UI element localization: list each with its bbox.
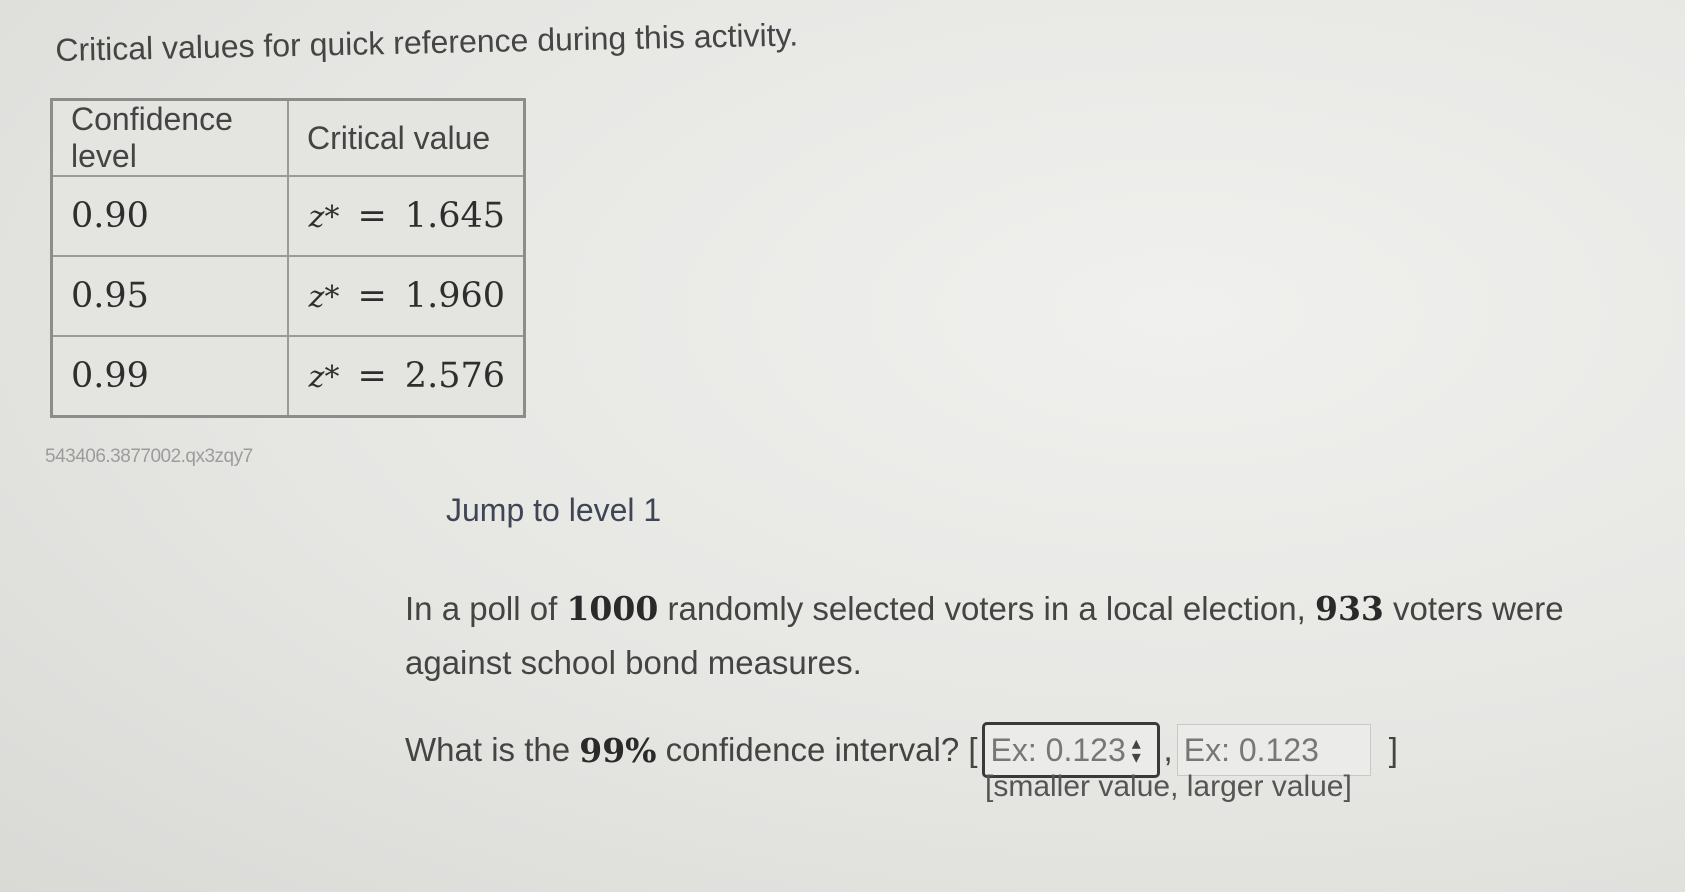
confidence-level-cell: 0.90 [50,175,289,257]
table-row: 0.99 z* = 2.576 [50,335,526,418]
z-star-symbol: z* [308,280,340,315]
table-header-row: Confidence level Critical value [50,98,526,177]
critical-value-cell: z* = 2.576 [287,335,526,418]
comma-separator: , [1163,731,1173,768]
problem-text: randomly selected voters in a local elec… [658,590,1315,627]
critical-value: 1.960 [404,276,505,316]
header-confidence-level: Confidence level [50,98,289,177]
activity-code: 543406.3877002.qx3zqy7 [45,446,253,467]
table-row: 0.90 z* = 1.645 [50,175,526,257]
answer-format-hint: [smaller value, larger value] [985,770,1352,803]
header-critical-value: Critical value [287,98,526,177]
jump-to-level-link[interactable]: Jump to level 1 [446,492,661,529]
equals-sign: = [357,196,387,236]
confidence-percent: 99% [579,730,657,770]
closing-bracket: ] [1388,731,1398,768]
problem-text: In a poll of [405,590,567,627]
problem-statement: In a poll of 1000 randomly selected vote… [405,582,1605,690]
equals-sign: = [357,276,387,316]
sample-size: 1000 [566,589,659,628]
critical-value: 1.645 [404,196,505,236]
lower-bound-placeholder: Ex: 0.123 [990,731,1126,768]
table-row: 0.95 z* = 1.960 [50,255,526,337]
count-against: 933 [1314,589,1384,628]
upper-bound-input[interactable]: Ex: 0.123 [1176,724,1371,776]
question-text: What is the [405,731,580,768]
z-star-symbol: z* [308,200,340,235]
critical-values-table: Confidence level Critical value 0.90 z* =… [50,98,526,418]
critical-value-cell: z* = 1.645 [287,175,526,257]
spinner-icon[interactable]: ▴ ▾ [1132,734,1141,766]
equals-sign: = [357,356,387,396]
z-star-symbol: z* [308,360,340,395]
critical-value-cell: z* = 1.960 [287,255,526,337]
question-text: confidence interval? [ [656,731,978,768]
confidence-level-cell: 0.95 [50,255,289,337]
upper-bound-placeholder: Ex: 0.123 [1183,731,1319,768]
intro-text: Critical values for quick reference duri… [55,16,799,68]
critical-value: 2.576 [404,356,505,396]
confidence-level-cell: 0.99 [50,335,289,418]
